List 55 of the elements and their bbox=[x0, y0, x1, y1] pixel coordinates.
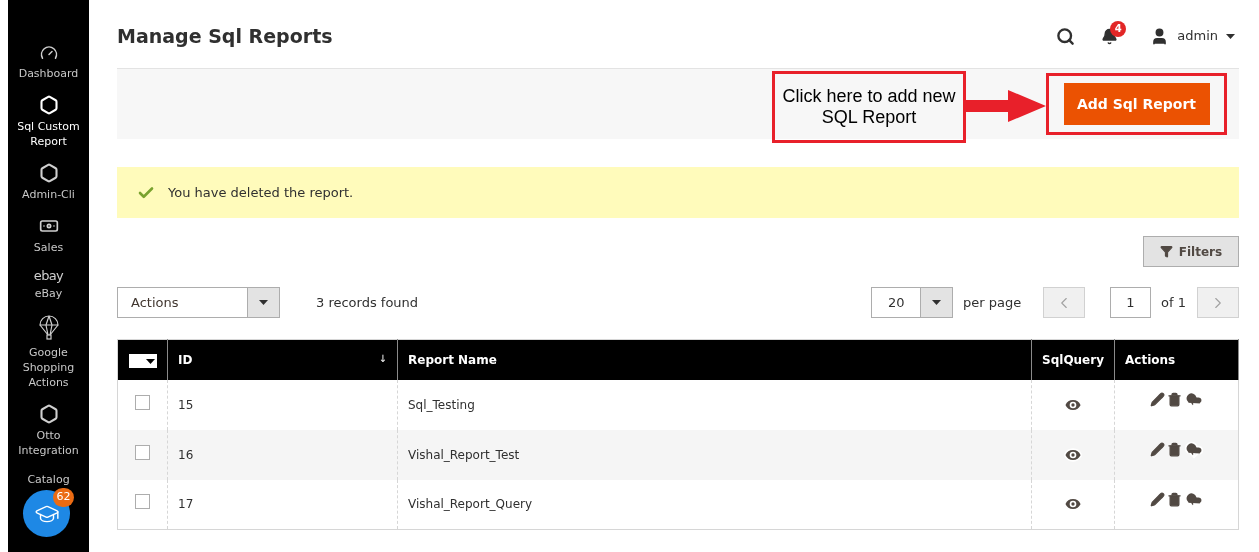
delete-icon[interactable] bbox=[1166, 442, 1182, 457]
gauge-icon bbox=[39, 44, 58, 62]
count-badge: 62 bbox=[53, 488, 74, 507]
delete-icon[interactable] bbox=[1166, 392, 1182, 407]
floating-help-button[interactable] bbox=[23, 490, 70, 537]
caret-icon bbox=[932, 300, 941, 305]
table-cell: 16 bbox=[167, 429, 398, 480]
sort-arrow: ↓ bbox=[378, 351, 387, 366]
row-checkbox[interactable] bbox=[135, 494, 150, 510]
ebay-logo: ebay bbox=[33, 269, 64, 282]
notification-badge: 4 bbox=[1110, 20, 1127, 37]
column-header[interactable]: SqlQuery bbox=[1031, 339, 1115, 380]
row-checkbox[interactable] bbox=[135, 444, 150, 460]
table-cell: 17 bbox=[167, 479, 398, 530]
filter-icon bbox=[1159, 245, 1173, 258]
sidebar-item[interactable]: Otto Integration bbox=[8, 404, 89, 458]
actions-dropdown[interactable]: Actions bbox=[117, 287, 280, 318]
sidebar-item[interactable]: Sales bbox=[8, 216, 89, 255]
caret-icon bbox=[259, 300, 268, 305]
callout-box: Click here to add new SQL Report bbox=[772, 70, 966, 143]
sidebar-item[interactable]: Google Shopping Actions bbox=[8, 315, 89, 390]
page-count: of 1 bbox=[1161, 293, 1187, 312]
hexagon-icon bbox=[38, 163, 59, 183]
caret-icon bbox=[146, 358, 155, 364]
sidebar-item[interactable]: ebay eBay bbox=[8, 269, 89, 301]
caret-icon bbox=[1226, 33, 1235, 39]
records-count: 3 records found bbox=[316, 293, 419, 312]
edit-icon[interactable] bbox=[1149, 492, 1165, 507]
page-title: Manage Sql Reports bbox=[117, 23, 333, 49]
per-page-dropdown[interactable]: 20 bbox=[871, 287, 953, 318]
sidebar-item[interactable]: Admin-Cli bbox=[8, 163, 89, 202]
hexagon-icon bbox=[38, 404, 59, 424]
sidebar-item[interactable]: Dashboard bbox=[8, 44, 89, 81]
per-page-label: per page bbox=[963, 293, 1023, 312]
edit-icon[interactable] bbox=[1149, 442, 1165, 457]
column-header[interactable]: Actions bbox=[1114, 339, 1239, 380]
table-cell: Vishal_Report_Test bbox=[397, 429, 1032, 480]
sidebar-item[interactable]: Catalog bbox=[8, 472, 89, 487]
filters-button[interactable]: Filters bbox=[1143, 236, 1239, 267]
row-checkbox[interactable] bbox=[135, 394, 150, 410]
parachute-icon bbox=[37, 315, 60, 341]
success-message: You have deleted the report. bbox=[117, 167, 1239, 218]
table-cell: Vishal_Report_Query bbox=[397, 479, 1032, 530]
page-number-field[interactable]: 1 bbox=[1110, 287, 1151, 318]
delete-icon[interactable] bbox=[1166, 492, 1182, 507]
column-header[interactable]: ID ↓ bbox=[167, 339, 398, 380]
edit-icon[interactable] bbox=[1149, 392, 1165, 407]
sidebar-item[interactable]: Sql Custom Report bbox=[8, 95, 89, 149]
table-cell: 15 bbox=[167, 379, 398, 430]
table-cell: Sql_Testing bbox=[397, 379, 1032, 430]
column-header[interactable]: Report Name bbox=[397, 339, 1032, 380]
search-icon[interactable] bbox=[1056, 26, 1076, 46]
add-report-button[interactable]: Add Sql Report bbox=[1063, 83, 1210, 125]
hexagon-icon bbox=[38, 95, 59, 115]
user-menu[interactable]: admin bbox=[1150, 26, 1235, 46]
